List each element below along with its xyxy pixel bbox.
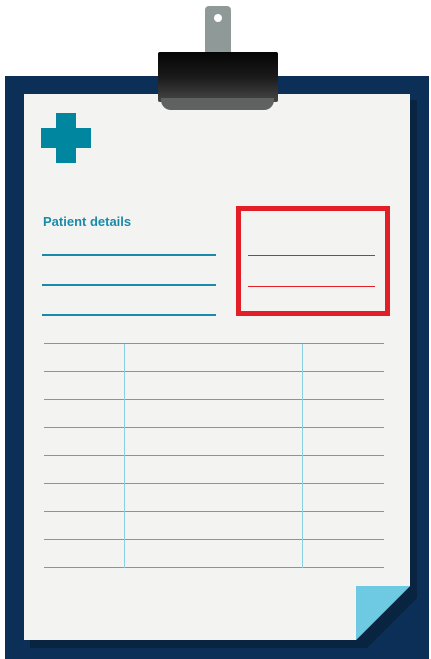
table-row-line: [44, 371, 384, 372]
table-row-line: [44, 455, 384, 456]
detail-field-line[interactable]: [42, 284, 216, 286]
table-row-line: [44, 539, 384, 540]
table-row-line: [44, 427, 384, 428]
medical-cross-icon: [41, 113, 91, 163]
table-row-line: [44, 399, 384, 400]
detail-field-line[interactable]: [42, 314, 216, 316]
clipboard-clip: [158, 52, 278, 102]
table-row-line: [44, 567, 384, 568]
table-column-divider: [124, 344, 125, 568]
detail-field-line[interactable]: [42, 254, 216, 256]
clip-hole: [214, 14, 222, 22]
section-title: Patient details: [43, 214, 132, 229]
clip-base: [161, 98, 274, 110]
table-row-line: [44, 343, 384, 344]
table-row-line: [44, 511, 384, 512]
patient-form-sheet: [24, 94, 410, 640]
table-row-line: [44, 483, 384, 484]
highlighted-field-line[interactable]: [248, 286, 375, 287]
table-column-divider: [302, 344, 303, 568]
highlighted-field-line[interactable]: [248, 255, 375, 256]
highlighted-info-box: [236, 206, 390, 316]
